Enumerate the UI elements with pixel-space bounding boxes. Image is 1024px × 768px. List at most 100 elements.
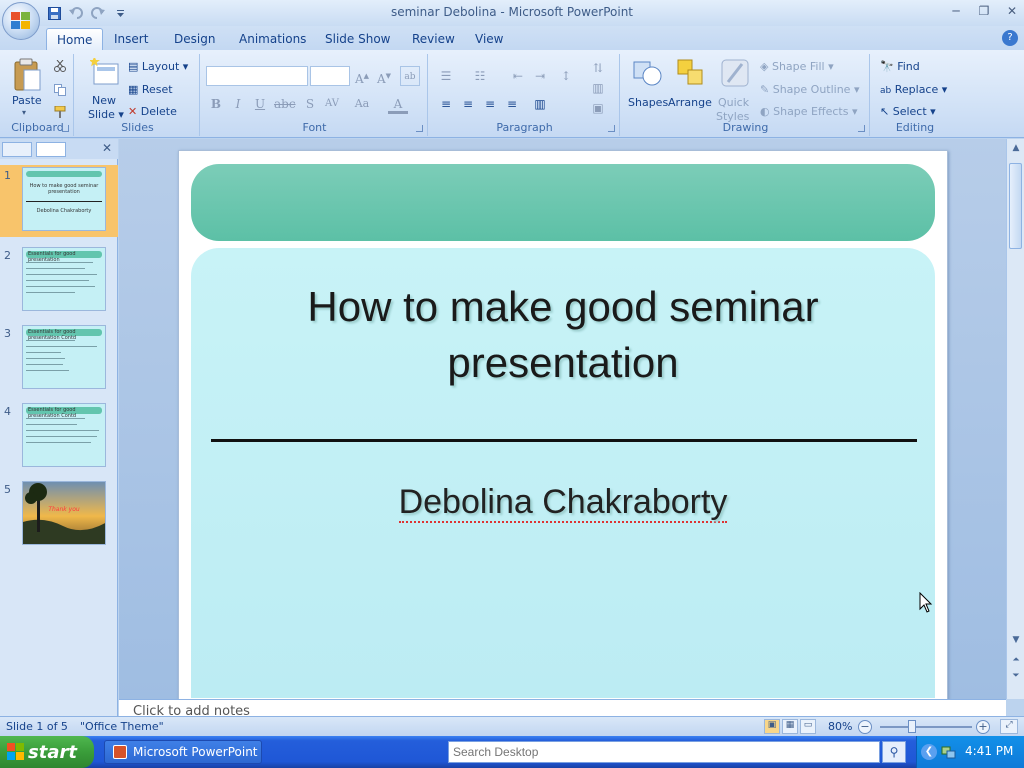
vertical-scrollbar[interactable]: ▲ ▼ ⏶ ⏷: [1006, 139, 1024, 699]
scroll-thumb[interactable]: [1009, 163, 1022, 249]
justify-icon[interactable]: ≡: [502, 94, 522, 114]
slide-thumbnail-4[interactable]: 4 Essentials for good presentation Contd: [0, 401, 118, 473]
new-slide-label-1[interactable]: New: [92, 94, 116, 107]
customize-qat-icon[interactable]: [112, 5, 128, 21]
slide-title[interactable]: How to make good seminar presentation: [179, 279, 947, 391]
next-slide-icon[interactable]: ⏷: [1010, 671, 1022, 683]
search-icon[interactable]: ⚲: [882, 741, 906, 763]
network-icon[interactable]: [941, 744, 957, 760]
align-text-icon[interactable]: ▥: [588, 78, 608, 98]
clock[interactable]: 4:41 PM: [965, 744, 1013, 758]
shape-outline-button[interactable]: ✎ Shape Outline ▾: [760, 83, 860, 96]
undo-icon[interactable]: [68, 5, 84, 21]
align-right-icon[interactable]: ≡: [480, 94, 500, 114]
paste-dropdown-icon[interactable]: ▾: [22, 108, 26, 117]
tab-review[interactable]: Review: [402, 28, 465, 50]
delete-button[interactable]: ✕ Delete: [128, 105, 177, 118]
minimize-button[interactable]: ─: [948, 3, 964, 19]
shrink-font-icon[interactable]: A▼: [374, 66, 394, 86]
clipboard-dialog-launcher[interactable]: [62, 125, 69, 132]
close-pane-icon[interactable]: ✕: [102, 141, 112, 155]
underline-icon[interactable]: U: [250, 94, 270, 114]
new-slide-button[interactable]: Slide ▾: [88, 108, 124, 121]
grow-font-icon[interactable]: A▲: [352, 66, 372, 86]
previous-slide-icon[interactable]: ⏶: [1010, 655, 1022, 667]
arrange-button[interactable]: Arrange: [668, 96, 712, 109]
redo-icon[interactable]: [90, 5, 106, 21]
save-icon[interactable]: [46, 5, 62, 21]
shape-effects-button[interactable]: ◐ Shape Effects ▾: [760, 105, 857, 118]
select-button[interactable]: ↖ Select ▾: [880, 105, 936, 118]
text-direction-icon[interactable]: ⇅: [588, 58, 608, 78]
slide-sorter-icon[interactable]: ▦: [782, 719, 798, 734]
paragraph-dialog-launcher[interactable]: [608, 125, 615, 132]
search-desktop-input[interactable]: [448, 741, 880, 763]
text-shadow-icon[interactable]: S: [300, 94, 320, 114]
start-button[interactable]: start: [0, 736, 94, 768]
help-icon[interactable]: ?: [1002, 30, 1018, 46]
copy-icon[interactable]: [54, 84, 66, 99]
slide-subtitle[interactable]: Debolina Chakraborty: [179, 483, 947, 523]
slide-canvas[interactable]: How to make good seminar presentation De…: [178, 150, 948, 710]
align-left-icon[interactable]: ≡: [436, 94, 456, 114]
tab-slide-show[interactable]: Slide Show: [315, 28, 400, 50]
notes-pane[interactable]: Click to add notes: [119, 699, 1006, 716]
layout-button[interactable]: ▤ Layout ▾: [128, 60, 188, 73]
slide-thumbnail-5[interactable]: 5 Thank you: [0, 479, 118, 551]
slides-tab-icon[interactable]: [2, 142, 32, 157]
drawing-dialog-launcher[interactable]: [858, 125, 865, 132]
tab-animations[interactable]: Animations: [229, 28, 316, 50]
tab-home[interactable]: Home: [46, 28, 104, 50]
paste-button[interactable]: Paste: [12, 94, 42, 107]
zoom-level[interactable]: 80%: [828, 720, 852, 733]
font-dialog-launcher[interactable]: [416, 125, 423, 132]
cut-icon[interactable]: [54, 59, 66, 75]
strikethrough-icon[interactable]: abc: [274, 94, 296, 114]
restore-button[interactable]: ❐: [976, 3, 992, 19]
zoom-in-icon[interactable]: +: [976, 720, 990, 734]
bullets-icon[interactable]: ☰: [436, 66, 456, 86]
zoom-slider[interactable]: [880, 726, 972, 728]
scroll-up-icon[interactable]: ▲: [1010, 143, 1022, 155]
decrease-indent-icon[interactable]: ⇤: [508, 66, 528, 86]
slide-thumbnail-3[interactable]: 3 Essentials for good presentation Contd: [0, 323, 118, 395]
zoom-out-icon[interactable]: −: [858, 720, 872, 734]
quick-styles-label-1[interactable]: Quick: [718, 96, 749, 109]
tab-insert[interactable]: Insert: [104, 28, 158, 50]
bold-icon[interactable]: B: [206, 94, 226, 114]
taskbar-powerpoint-button[interactable]: Microsoft PowerPoint ...: [104, 740, 262, 764]
clear-formatting-icon[interactable]: ab: [400, 66, 420, 86]
normal-view-icon[interactable]: ▣: [764, 719, 780, 734]
slide-show-icon[interactable]: ▭: [800, 719, 816, 734]
increase-indent-icon[interactable]: ⇥: [530, 66, 550, 86]
slide-thumbnail-2[interactable]: 2 Essentials for good presentation: [0, 245, 118, 317]
tray-expand-icon[interactable]: ❮: [921, 744, 937, 760]
office-button[interactable]: [2, 2, 40, 40]
font-size-combo[interactable]: [310, 66, 350, 86]
shapes-button[interactable]: Shapes: [628, 96, 668, 109]
columns-icon[interactable]: ▥: [530, 94, 550, 114]
character-spacing-icon[interactable]: AV: [322, 94, 342, 114]
slide-thumbnail-1[interactable]: 1 How to make good seminar presentation …: [0, 165, 118, 237]
scroll-down-icon[interactable]: ▼: [1010, 635, 1022, 647]
line-spacing-icon[interactable]: ↕: [556, 66, 576, 86]
zoom-slider-knob[interactable]: [908, 720, 916, 733]
shape-fill-button[interactable]: ◈ Shape Fill ▾: [760, 60, 834, 73]
replace-button[interactable]: ab Replace ▾: [880, 83, 947, 96]
italic-icon[interactable]: I: [228, 94, 248, 114]
font-color-icon[interactable]: A: [388, 94, 408, 114]
theme-name[interactable]: "Office Theme": [80, 720, 164, 733]
tab-view[interactable]: View: [465, 28, 513, 50]
smartart-icon[interactable]: ▣: [588, 98, 608, 118]
close-button[interactable]: ✕: [1004, 3, 1020, 19]
tab-design[interactable]: Design: [164, 28, 225, 50]
format-painter-icon[interactable]: [54, 105, 66, 121]
font-name-combo[interactable]: [206, 66, 308, 86]
find-button[interactable]: 🔭 Find: [880, 60, 920, 73]
numbering-icon[interactable]: ☷: [470, 66, 490, 86]
fit-to-window-icon[interactable]: ⤢: [1000, 719, 1018, 734]
change-case-icon[interactable]: Aa: [352, 94, 372, 114]
reset-button[interactable]: ▦ Reset: [128, 83, 173, 96]
outline-tab-icon[interactable]: [36, 142, 66, 157]
align-center-icon[interactable]: ≡: [458, 94, 478, 114]
